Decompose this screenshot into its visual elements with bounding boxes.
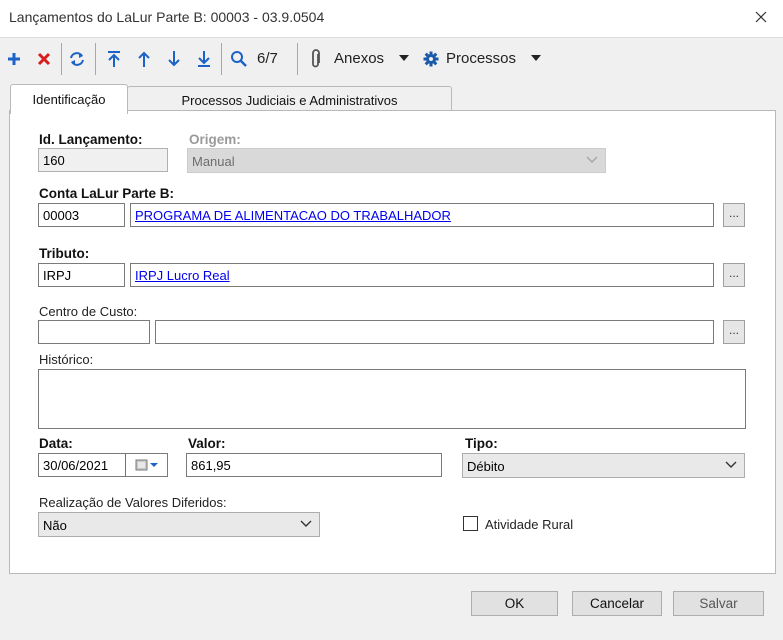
centro-custo-code-field[interactable] <box>38 320 150 344</box>
historico-textarea[interactable] <box>38 369 746 429</box>
date-picker-button[interactable] <box>125 454 167 476</box>
toolbar: 6/7 Anexos Processos <box>0 37 783 79</box>
tributo-lookup-button[interactable]: ... <box>723 263 745 287</box>
centro-custo-label: Centro de Custo: <box>39 304 138 319</box>
attachment-icon-wrap[interactable] <box>306 46 326 72</box>
chevron-down-icon <box>586 156 598 163</box>
processos-menu-label[interactable]: Processos <box>446 50 516 67</box>
centro-custo-lookup-button[interactable]: ... <box>723 320 745 344</box>
toolbar-separator <box>95 43 96 75</box>
tributo-label: Tributo: <box>39 246 90 261</box>
previous-record-button[interactable] <box>131 46 157 72</box>
realizacao-value: Não <box>43 518 67 533</box>
atividade-rural-label: Atividade Rural <box>485 517 574 532</box>
tab-identificacao[interactable]: Identificação <box>10 84 128 114</box>
search-button[interactable] <box>226 46 252 72</box>
conta-description-link[interactable]: PROGRAMA DE ALIMENTACAO DO TRABALHADOR <box>130 203 714 227</box>
cancel-button[interactable]: Cancelar <box>572 591 662 616</box>
data-value: 30/06/2021 <box>43 458 109 473</box>
toolbar-separator <box>221 43 222 75</box>
record-counter: 6/7 <box>257 50 278 67</box>
arrow-to-bottom-icon <box>198 51 210 67</box>
close-button[interactable] <box>748 5 774 29</box>
tipo-label: Tipo: <box>465 436 498 451</box>
origem-select: Manual <box>187 148 606 173</box>
anexos-menu-label[interactable]: Anexos <box>334 50 384 67</box>
chevron-down-icon[interactable] <box>399 55 409 61</box>
tributo-description-link[interactable]: IRPJ Lucro Real <box>130 263 714 287</box>
chevron-down-icon <box>725 461 737 468</box>
tab-label: Identificação <box>32 92 106 107</box>
atividade-rural-checkbox[interactable] <box>463 516 478 531</box>
title-bar: Lançamentos do LaLur Parte B: 00003 - 03… <box>0 0 783 36</box>
arrow-to-top-icon <box>108 51 120 67</box>
tributo-code-field[interactable]: IRPJ <box>38 263 125 287</box>
last-record-button[interactable] <box>191 46 217 72</box>
plus-icon <box>8 53 20 65</box>
conta-code-field[interactable]: 00003 <box>38 203 125 227</box>
ok-button[interactable]: OK <box>471 591 558 616</box>
gear-icon-wrap[interactable] <box>420 46 442 72</box>
tab-label: Processos Judiciais e Administrativos <box>181 93 398 108</box>
calendar-icon <box>135 459 158 471</box>
centro-custo-description-field[interactable] <box>155 320 714 344</box>
toolbar-separator <box>61 43 62 75</box>
conta-label: Conta LaLur Parte B: <box>39 186 175 201</box>
valor-field[interactable]: 861,95 <box>186 453 442 477</box>
window-title: Lançamentos do LaLur Parte B: 00003 - 03… <box>9 9 325 25</box>
toolbar-separator <box>297 43 298 75</box>
chevron-down-icon <box>300 520 312 527</box>
chevron-down-icon[interactable] <box>531 55 541 61</box>
valor-label: Valor: <box>188 436 226 451</box>
paperclip-icon <box>312 49 320 68</box>
conta-lookup-button[interactable]: ... <box>723 203 745 227</box>
delete-button[interactable] <box>31 46 57 72</box>
search-icon <box>231 51 247 67</box>
add-button[interactable] <box>1 46 27 72</box>
first-record-button[interactable] <box>101 46 127 72</box>
arrow-down-icon <box>168 51 180 67</box>
save-button[interactable]: Salvar <box>673 591 764 616</box>
next-record-button[interactable] <box>161 46 187 72</box>
id-lancamento-field: 160 <box>38 148 168 172</box>
historico-label: Histórico: <box>39 352 94 367</box>
tipo-value: Débito <box>467 459 505 474</box>
gear-icon <box>423 51 439 67</box>
refresh-icon <box>70 52 84 66</box>
data-label: Data: <box>39 436 73 451</box>
origem-value: Manual <box>192 154 235 169</box>
origem-label: Origem: <box>189 132 241 147</box>
close-icon <box>755 11 767 23</box>
realizacao-label: Realização de Valores Diferidos: <box>39 495 227 510</box>
delete-x-icon <box>37 52 51 66</box>
realizacao-select[interactable]: Não <box>38 512 320 537</box>
id-lancamento-label: Id. Lançamento: <box>39 132 143 147</box>
refresh-button[interactable] <box>64 46 90 72</box>
arrow-up-icon <box>138 51 150 67</box>
tipo-select[interactable]: Débito <box>462 453 745 478</box>
